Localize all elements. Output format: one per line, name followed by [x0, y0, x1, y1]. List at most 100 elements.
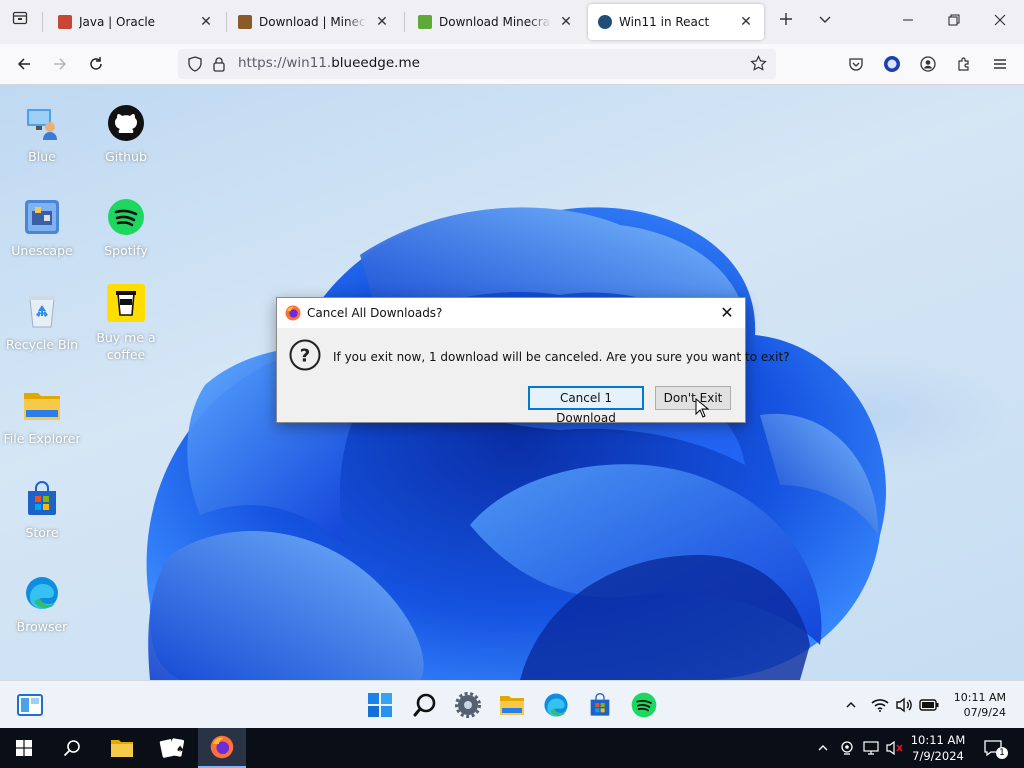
tab-title: Download Minecraft &: [439, 15, 551, 29]
firefox-view-icon: [12, 11, 28, 25]
widgets-button[interactable]: [16, 691, 44, 719]
win11-search-button[interactable]: [411, 691, 439, 719]
chevron-up-icon: [818, 745, 828, 751]
desktop-icon-unescape[interactable]: Unescape: [0, 197, 84, 258]
navigation-toolbar: https://win11.blueedge.me: [0, 44, 1024, 85]
desktop-icon-label: Store: [25, 525, 59, 540]
url-bar[interactable]: https://win11.blueedge.me: [178, 49, 776, 79]
desktop-icon-label: Spotify: [104, 243, 148, 258]
url-text[interactable]: https://win11.blueedge.me: [238, 55, 420, 71]
win11-spotify-button[interactable]: [630, 691, 658, 719]
pocket-button[interactable]: [842, 50, 870, 78]
restore-button[interactable]: [940, 8, 968, 36]
close-tab-icon[interactable]: ✕: [738, 14, 754, 30]
bookmark-star-icon[interactable]: [750, 55, 767, 75]
unescape-icon: [22, 197, 62, 237]
extension-button[interactable]: [878, 50, 906, 78]
forward-button[interactable]: [46, 50, 74, 78]
notification-count-badge: 1: [996, 747, 1008, 759]
tab-download-minecraft[interactable]: Download | Minecraft ✕: [228, 4, 400, 40]
desktop-icon-buy-me-a-coffee[interactable]: Buy me a coffee: [84, 283, 168, 363]
recycle-bin-icon: [22, 291, 62, 331]
win11-file-explorer-button[interactable]: [498, 691, 526, 719]
win11-date: 07/9/24: [963, 706, 1006, 719]
win11-start-button[interactable]: [366, 691, 394, 719]
desktop-icon-label: Unescape: [11, 243, 73, 258]
svg-text:♠: ♠: [176, 745, 184, 755]
tab-win11-in-react[interactable]: Win11 in React ✕: [588, 4, 764, 40]
host-file-explorer-button[interactable]: [98, 728, 146, 768]
chevron-up-icon: [846, 701, 856, 708]
desktop-icon-file-explorer[interactable]: File Explorer: [0, 385, 84, 446]
show-hidden-icons-button[interactable]: [838, 691, 864, 719]
dont-exit-button[interactable]: Don't Exit: [655, 386, 731, 410]
reload-button[interactable]: [82, 50, 110, 78]
windows-logo-icon: [16, 740, 32, 756]
desktop-icon-store[interactable]: Store: [0, 479, 84, 540]
win11-store-button[interactable]: [586, 691, 614, 719]
host-show-hidden-icons[interactable]: [814, 739, 832, 757]
host-meet-now[interactable]: [838, 739, 856, 757]
host-network[interactable]: [861, 739, 881, 757]
tab-download-minecraft-2[interactable]: Download Minecraft & ✕: [408, 4, 584, 40]
win11-clock[interactable]: 10:11 AM 07/9/24: [954, 690, 1006, 720]
wifi-status[interactable]: [868, 691, 892, 719]
speaker-muted-icon: [886, 741, 903, 755]
minimize-button[interactable]: [894, 8, 922, 36]
desktop-icon-recycle-bin[interactable]: Recycle Bin: [0, 291, 84, 352]
host-clock[interactable]: 10:11 AM 7/9/2024: [906, 732, 970, 764]
host-solitaire-button[interactable]: ♠: [148, 728, 196, 768]
tab-java-oracle[interactable]: Java | Oracle ✕: [48, 4, 224, 40]
desktop-icon-label: Recycle Bin: [5, 337, 79, 352]
minecraft-creeper-favicon-icon: [418, 15, 432, 29]
close-window-button[interactable]: [986, 8, 1014, 36]
close-tab-icon[interactable]: ✕: [558, 14, 574, 30]
edge-icon: [22, 573, 62, 613]
mouse-pointer-icon: [695, 398, 709, 418]
desktop-icon-spotify[interactable]: Spotify: [84, 197, 168, 258]
close-tab-icon[interactable]: ✕: [198, 14, 214, 30]
back-arrow-icon: [17, 58, 30, 70]
desktop-icon-label: Blue: [28, 149, 56, 164]
host-action-center[interactable]: 1: [978, 737, 1008, 759]
list-all-tabs-button[interactable]: [811, 8, 839, 36]
lock-icon[interactable]: [212, 56, 226, 75]
desktop-icon-browser[interactable]: Browser: [0, 573, 84, 634]
wifi-icon: [871, 699, 889, 712]
win11-settings-button[interactable]: [454, 691, 482, 719]
dialog-close-icon[interactable]: ✕: [717, 303, 737, 323]
folder-icon: [111, 740, 133, 757]
win11-time: 10:11 AM: [953, 691, 1006, 704]
battery-status[interactable]: [916, 691, 942, 719]
app-menu-button[interactable]: [986, 50, 1014, 78]
extensions-button[interactable]: [950, 50, 978, 78]
playing-cards-icon: ♠: [159, 738, 184, 758]
volume-status[interactable]: [892, 691, 916, 719]
battery-icon: [919, 699, 939, 711]
host-search-button[interactable]: [48, 728, 96, 768]
firefox-icon: [210, 735, 234, 759]
host-firefox-button[interactable]: [198, 728, 246, 768]
win11-taskbar: 10:11 AM 07/9/24: [0, 680, 1024, 729]
dialog-message: If you exit now, 1 download will be canc…: [333, 350, 790, 364]
firefox-view-button[interactable]: [6, 8, 34, 36]
settings-icon: [455, 692, 481, 718]
host-start-button[interactable]: [0, 728, 48, 768]
desktop-icon-github[interactable]: Github: [84, 103, 168, 164]
host-volume-muted[interactable]: [884, 739, 906, 757]
restore-icon: [948, 14, 960, 26]
account-button[interactable]: [914, 50, 942, 78]
close-tab-icon[interactable]: ✕: [374, 14, 390, 30]
new-tab-button[interactable]: [772, 8, 800, 36]
folder-icon: [22, 385, 62, 425]
shield-icon[interactable]: [187, 56, 203, 75]
minecraft-favicon-icon: [238, 15, 252, 29]
cancel-1-download-button[interactable]: Cancel 1 Download: [528, 386, 644, 425]
firefox-icon: [285, 305, 301, 324]
win11-edge-button[interactable]: [542, 691, 570, 719]
host-taskbar: ♠ 10:11 AM 7/9/2024 1: [0, 728, 1024, 768]
desktop-icon-label: Browser: [16, 619, 68, 634]
back-button[interactable]: [10, 50, 38, 78]
coffee-icon: [106, 283, 146, 323]
desktop-icon-blue[interactable]: Blue: [0, 103, 84, 164]
